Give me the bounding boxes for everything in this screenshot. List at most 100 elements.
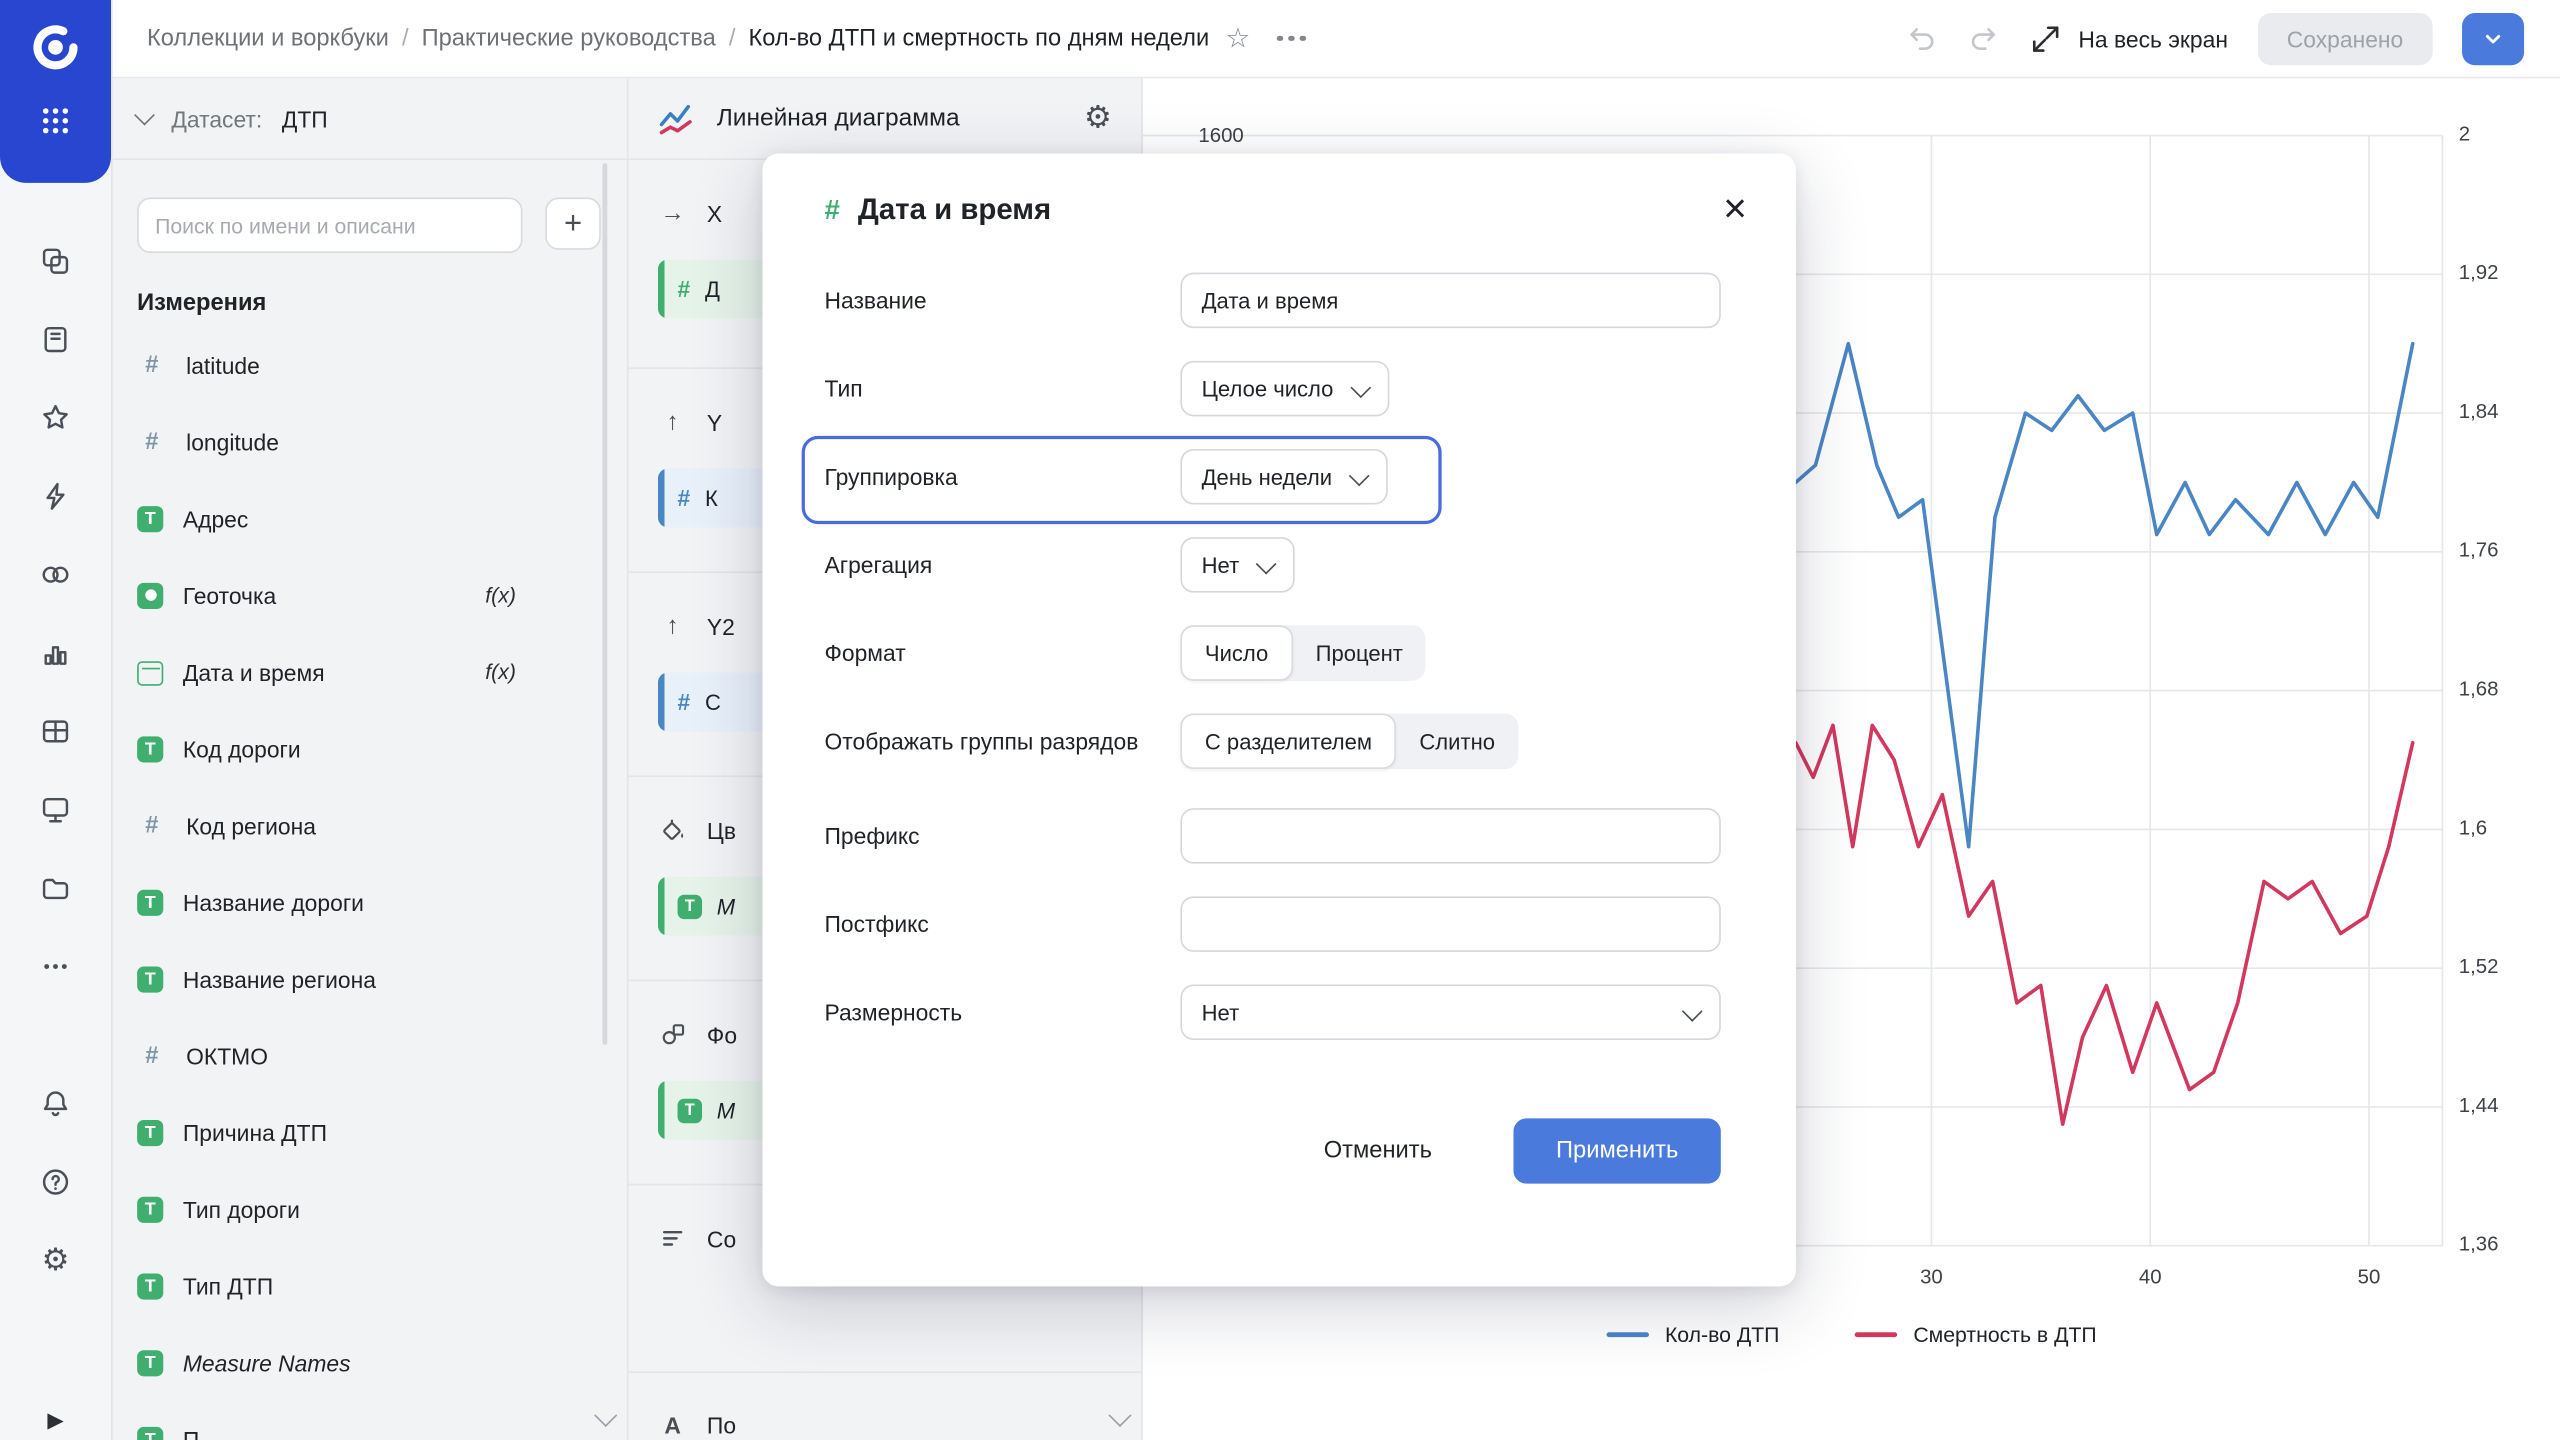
dataset-field-row[interactable]: TНазвание региона	[111, 940, 627, 1017]
field-name: Название дороги	[183, 889, 364, 915]
prefix-input[interactable]	[1180, 808, 1720, 864]
legend-item[interactable]: Кол-во ДТП	[1606, 1322, 1779, 1346]
dataset-field-row[interactable]: T Тип ДТП	[111, 1247, 627, 1324]
chevron-down-icon	[1349, 465, 1370, 486]
number-field-icon: #	[824, 193, 839, 226]
y-right-axis-tick: 1,84	[2459, 400, 2499, 423]
dimensions-title: Измерения	[137, 291, 601, 317]
dataset-field-row[interactable]: T Название дороги	[111, 864, 627, 941]
chevron-down-icon	[1682, 1000, 1703, 1021]
field-search-input[interactable]	[137, 198, 522, 254]
collapse-play-icon[interactable]: ▶	[0, 1407, 111, 1433]
name-input[interactable]	[1180, 273, 1720, 329]
string-field-icon: T	[137, 505, 163, 531]
functions-icon[interactable]	[39, 480, 72, 513]
field-name: Тип ДТП	[183, 1273, 273, 1299]
chevron-down-icon	[2482, 27, 2505, 50]
geopoint-field-icon	[137, 582, 163, 608]
field-name: ОКТМО	[186, 1042, 268, 1068]
apps-grid-icon[interactable]	[39, 104, 72, 137]
workbooks-icon[interactable]	[39, 323, 72, 356]
aggregation-select[interactable]: Нет	[1180, 537, 1294, 593]
field-settings-dialog: # Дата и время × Название Тип Целое числ…	[762, 153, 1795, 1286]
breadcrumb-separator: /	[402, 25, 409, 51]
dataset-field-row[interactable]: TП	[111, 1401, 627, 1440]
dimension-select[interactable]: Нет	[1180, 984, 1720, 1040]
grouping-select[interactable]: День недели	[1180, 449, 1387, 505]
cancel-button[interactable]: Отменить	[1291, 1118, 1464, 1183]
dataset-field-row[interactable]: #latitude	[111, 327, 627, 404]
dataset-field-row[interactable]: Геоточкаf(x)	[111, 557, 627, 634]
close-icon: ×	[1723, 186, 1747, 232]
collections-icon[interactable]	[39, 245, 72, 278]
add-field-button[interactable]: +	[545, 198, 601, 250]
favorite-star-icon[interactable]: ☆	[1226, 22, 1251, 55]
breadcrumb-separator: /	[729, 25, 736, 51]
type-select[interactable]: Целое число	[1180, 361, 1389, 417]
legend-item[interactable]: Смертность в ДТП	[1855, 1322, 2097, 1346]
dataset-field-row[interactable]: #ОКТМО	[111, 1017, 627, 1094]
format-option-percent[interactable]: Процент	[1293, 625, 1426, 681]
chart-type-title[interactable]: Линейная диаграмма	[717, 104, 960, 132]
dataset-field-row[interactable]: # Код региона	[111, 787, 627, 864]
format-segmented-control: Число Процент	[1180, 625, 1425, 681]
string-field-icon: T	[137, 1196, 163, 1222]
favorites-icon[interactable]	[39, 402, 72, 435]
more-menu-icon[interactable]	[1277, 35, 1306, 41]
bucket-icon	[658, 816, 687, 844]
dataset-field-row[interactable]: #longitude	[111, 403, 627, 480]
dataset-name[interactable]: ДТП	[282, 105, 328, 131]
dataset-field-row[interactable]: TКод дороги	[111, 710, 627, 787]
presentations-icon[interactable]	[39, 793, 72, 826]
digit-groups-segmented-control: С разделителем Слитно	[1180, 713, 1517, 769]
format-label: Формат	[824, 638, 1180, 669]
aggregation-label: Агрегация	[824, 549, 1180, 580]
dataset-field-row[interactable]: TТип дороги	[111, 1171, 627, 1248]
format-option-number[interactable]: Число	[1180, 625, 1292, 681]
services-icon[interactable]	[39, 558, 72, 591]
datalens-logo[interactable]	[21, 13, 90, 82]
chart-settings-gear-icon[interactable]: ⚙	[1084, 103, 1112, 134]
line-chart-icon	[658, 99, 697, 138]
dataset-scrollbar[interactable]	[602, 163, 607, 1045]
chip-field-name: M	[717, 1098, 735, 1122]
number-field-icon: #	[137, 427, 166, 456]
number-field-icon: #	[137, 811, 166, 840]
fullscreen-button[interactable]: На весь экран	[2029, 22, 2228, 55]
bell-icon[interactable]	[39, 1087, 72, 1120]
breadcrumb-item[interactable]: Кол-во ДТП и смертность по дням недели	[748, 25, 1209, 51]
apply-button[interactable]: Применить	[1514, 1118, 1721, 1183]
dataset-fields: #latitude#longitudeTАдресГеоточкаf(x)Дат…	[111, 327, 627, 1440]
string-field-icon: T	[137, 1273, 163, 1299]
storage-icon[interactable]	[39, 872, 72, 905]
y-left-axis-tick: 1600	[1198, 124, 1243, 147]
breadcrumb-item[interactable]: Коллекции и воркбуки	[147, 25, 389, 51]
dataset-header[interactable]: Датасет: ДТП	[111, 78, 627, 160]
close-button[interactable]: ×	[1717, 183, 1754, 237]
field-name: Код региона	[186, 812, 316, 838]
date-field-icon	[137, 661, 163, 685]
charts-icon[interactable]	[39, 637, 72, 670]
undo-icon[interactable]	[1905, 22, 1938, 55]
dataset-field-row[interactable]: Дата и времяf(x)	[111, 633, 627, 710]
string-field-icon: T	[137, 889, 163, 915]
dataset-field-row[interactable]: TАдрес	[111, 480, 627, 557]
field-name: Геоточка	[183, 582, 276, 608]
series-line-Кол-во ДТП	[1796, 344, 2413, 847]
help-icon[interactable]	[39, 1166, 72, 1199]
number-field-icon: #	[678, 276, 691, 302]
saved-button[interactable]: Сохранено	[2257, 12, 2432, 64]
save-dropdown-button[interactable]	[2462, 12, 2524, 64]
datasets-icon[interactable]	[39, 715, 72, 748]
digit-groups-option-separator[interactable]: С разделителем	[1180, 713, 1396, 769]
more-icon[interactable]	[39, 950, 72, 983]
redo-icon[interactable]	[1967, 22, 2000, 55]
digit-groups-option-merged[interactable]: Слитно	[1397, 713, 1518, 769]
gear-icon[interactable]: ⚙	[39, 1244, 72, 1277]
breadcrumb-item[interactable]: Практические руководства	[422, 25, 716, 51]
postfix-input[interactable]	[1180, 896, 1720, 952]
shelf-label: АПо	[658, 1412, 1112, 1438]
dataset-field-row[interactable]: TПричина ДТП	[111, 1094, 627, 1171]
chart-legend: Кол-во ДТП Смертность в ДТП	[1143, 1322, 2560, 1346]
dataset-field-row[interactable]: TMeasure Names	[111, 1324, 627, 1401]
